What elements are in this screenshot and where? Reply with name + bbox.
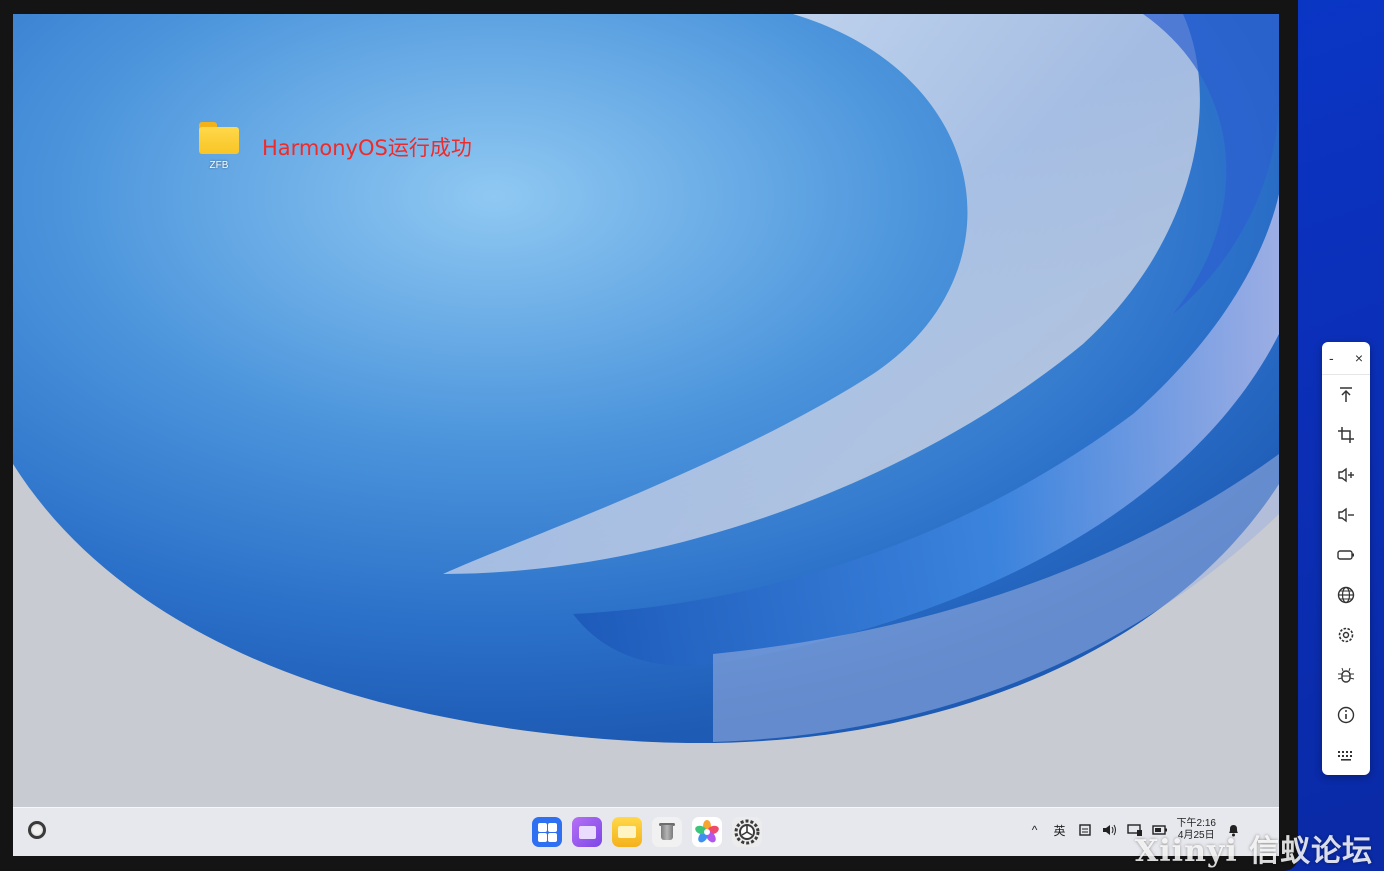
gear-icon (1338, 627, 1354, 643)
power-button[interactable] (1334, 543, 1358, 567)
settings-tool-button[interactable] (1334, 623, 1358, 647)
volume-down-icon (1338, 507, 1354, 523)
settings-button[interactable] (732, 817, 762, 847)
to-top-icon (1340, 387, 1352, 402)
volume-down-button[interactable] (1334, 503, 1358, 527)
info-icon (1337, 706, 1355, 724)
files-icon (618, 826, 636, 838)
multitask-button[interactable] (572, 817, 602, 847)
folder-label: ZFB (209, 160, 229, 171)
clipboard-icon[interactable] (1077, 822, 1093, 838)
desktop-screen: ZFB HarmonyOS运行成功 ^ 英 下午2:16 4月25日 (13, 14, 1279, 856)
to-top-button[interactable] (1334, 383, 1358, 407)
crop-button[interactable] (1334, 423, 1358, 447)
about-button[interactable] (1334, 703, 1358, 727)
settings-icon (734, 819, 760, 845)
trash-button[interactable] (652, 817, 682, 847)
ime-indicator[interactable]: 英 (1052, 822, 1068, 838)
close-button[interactable]: × (1355, 350, 1363, 366)
tray-expand-chevron[interactable]: ^ (1027, 822, 1043, 838)
keyboard-button[interactable] (1334, 743, 1358, 767)
volume-up-icon (1338, 467, 1354, 483)
desktop-folder-zfb[interactable]: ZFB (196, 122, 242, 171)
emulator-tool-panel: - × (1322, 342, 1370, 775)
gallery-button[interactable] (692, 817, 722, 847)
start-button[interactable] (28, 821, 46, 839)
trash-icon (661, 825, 673, 840)
status-annotation: HarmonyOS运行成功 (262, 136, 472, 160)
bug-icon (1337, 667, 1355, 683)
keyboard-icon (1338, 751, 1352, 761)
volume-up-button[interactable] (1334, 463, 1358, 487)
debug-button[interactable] (1334, 663, 1358, 687)
globe-icon (1337, 586, 1355, 604)
windows-icon (579, 826, 596, 839)
dock (532, 817, 762, 847)
volume-icon[interactable] (1102, 822, 1118, 838)
device-bezel: ZFB HarmonyOS运行成功 ^ 英 下午2:16 4月25日 (0, 0, 1298, 871)
gallery-icon (695, 820, 719, 843)
app-launcher-button[interactable] (532, 817, 562, 847)
watermark: Xiinyi 信蚁论坛 (1135, 834, 1374, 869)
tool-panel-header: - × (1322, 342, 1370, 375)
taskbar: ^ 英 下午2:16 4月25日 (13, 807, 1279, 856)
minimize-button[interactable]: - (1329, 350, 1334, 366)
folder-icon (199, 122, 239, 154)
power-icon (1337, 550, 1354, 560)
files-button[interactable] (612, 817, 642, 847)
network-button[interactable] (1334, 583, 1358, 607)
crop-icon (1338, 427, 1354, 443)
